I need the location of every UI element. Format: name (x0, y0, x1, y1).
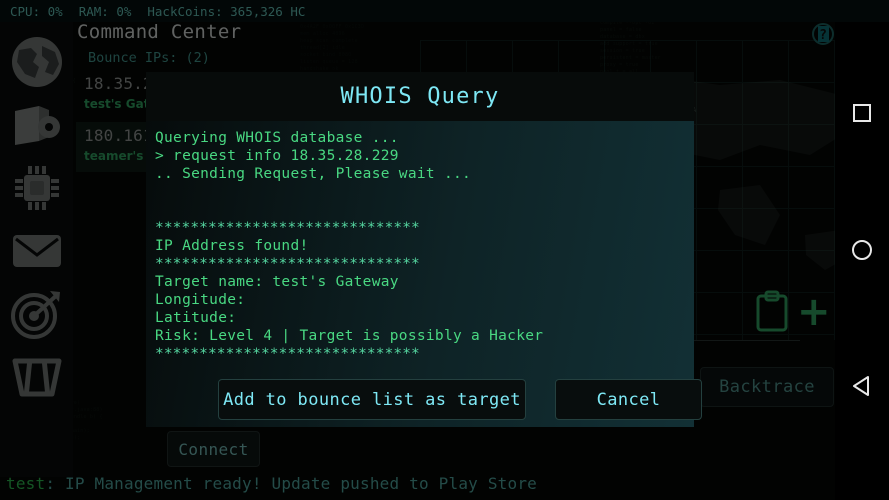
back-button[interactable] (835, 359, 889, 413)
terminal-line: Target name: test's Gateway (155, 274, 399, 290)
dialog-button-row: Add to bounce list as target Cancel (218, 379, 702, 420)
whois-query-dialog: WHOIS Query Querying WHOIS database ... >… (146, 72, 694, 427)
terminal-line: Querying WHOIS database ... (155, 130, 399, 146)
terminal-line: Risk: Level 4 | Target is possibly a Hac… (155, 328, 544, 344)
circle-icon (852, 240, 872, 260)
home-button[interactable] (835, 223, 889, 277)
terminal-line: ****************************** (155, 256, 420, 272)
cancel-button[interactable]: Cancel (555, 379, 702, 420)
terminal-line: Longitude: (155, 292, 246, 308)
app-root: public class Node { int id; String ip; v… (0, 0, 889, 500)
dialog-title: WHOIS Query (340, 84, 500, 109)
square-icon (853, 104, 871, 122)
terminal-line: ****************************** (155, 346, 420, 362)
dialog-title-bar: WHOIS Query (146, 72, 694, 121)
terminal-line: Latitude: (155, 310, 237, 326)
terminal-line: IP Address found! (155, 238, 309, 254)
android-nav-bar (835, 22, 889, 500)
terminal-line: ****************************** (155, 220, 420, 236)
recent-apps-button[interactable] (835, 86, 889, 140)
terminal-line: .. Sending Request, Please wait ... (155, 166, 472, 182)
terminal-line: > request info 18.35.28.229 (155, 148, 399, 164)
add-to-bounce-list-button[interactable]: Add to bounce list as target (218, 379, 526, 420)
triangle-back-icon (853, 376, 869, 396)
